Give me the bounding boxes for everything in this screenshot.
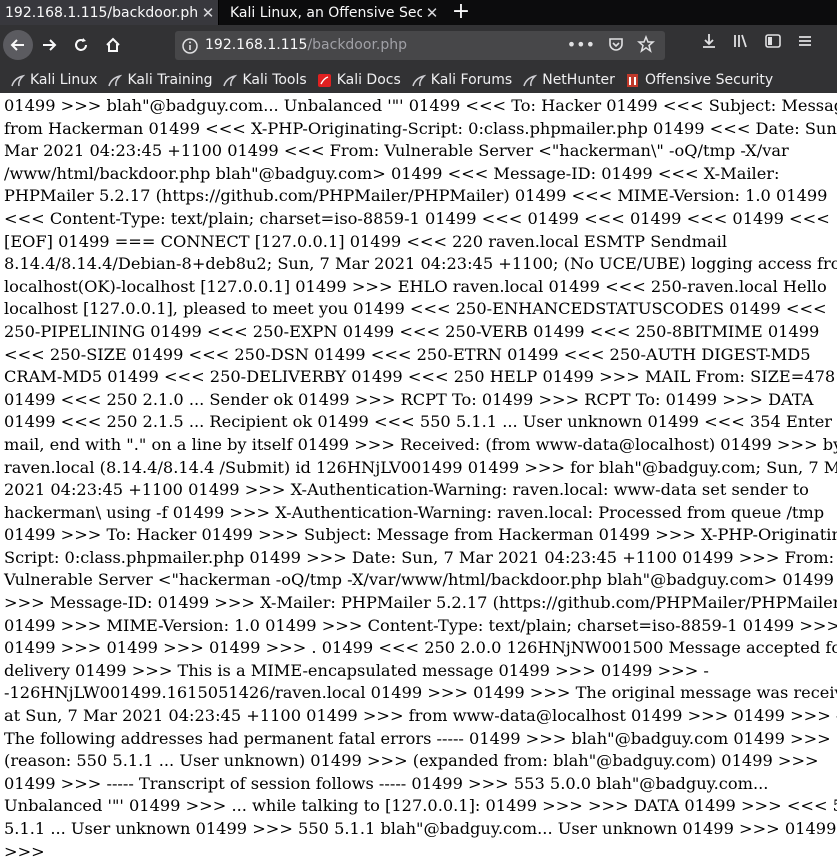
new-tab-button[interactable]: +	[448, 0, 474, 25]
info-icon[interactable]	[181, 37, 199, 55]
home-button[interactable]	[98, 30, 128, 60]
home-icon	[106, 37, 120, 52]
bookmark-label: Kali Linux	[30, 72, 98, 88]
bookmark-label: Kali Tools	[242, 72, 307, 88]
forward-button[interactable]	[34, 30, 64, 60]
bookmark-label: Kali Forums	[430, 72, 513, 88]
library-icon[interactable]	[732, 32, 750, 50]
bookmark-kali-docs[interactable]: Kali Docs	[317, 72, 401, 88]
bookmark-label: NetHunter	[542, 72, 615, 88]
bookmark-label: Kali Training	[127, 72, 213, 88]
sidebar-icon[interactable]	[764, 32, 782, 50]
bookmark-offensive-security[interactable]: Offensive Security	[625, 72, 773, 88]
nethunter-icon	[523, 74, 538, 86]
bookmark-kali-linux[interactable]: Kali Linux	[10, 72, 97, 88]
bookmark-star-icon[interactable]	[637, 35, 655, 53]
kali-dragon-icon	[108, 74, 123, 86]
back-button[interactable]	[3, 30, 33, 60]
bookmark-label: Offensive Security	[644, 72, 774, 88]
navigation-toolbar: 192.168.1.115/backdoor.php •••	[0, 25, 837, 67]
reload-button[interactable]	[66, 30, 96, 60]
kali-dragon-icon	[412, 74, 426, 86]
back-arrow-icon	[10, 39, 24, 51]
tab-backdoor[interactable]: 192.168.1.115/backdoor.php ✕	[0, 0, 219, 25]
page-actions: •••	[567, 35, 655, 54]
url-path: /backdoor.php	[307, 37, 408, 53]
downloads-icon[interactable]	[700, 32, 718, 50]
kali-dragon-icon	[223, 74, 238, 86]
bookmark-kali-forums[interactable]: Kali Forums	[411, 72, 512, 88]
docs-icon	[317, 73, 331, 87]
pocket-icon[interactable]	[607, 35, 625, 53]
bookmarks-toolbar: Kali Linux Kali Training Kali Tools Kali…	[0, 67, 837, 93]
url-host: 192.168.1.115	[205, 37, 308, 53]
close-tab-icon[interactable]: ✕	[198, 4, 218, 22]
forward-arrow-icon	[43, 39, 57, 51]
bookmark-kali-training[interactable]: Kali Training	[107, 72, 212, 88]
tab-title: 192.168.1.115/backdoor.php	[5, 4, 198, 21]
tab-kali-linux[interactable]: Kali Linux, an Offensive Secu ✕	[220, 0, 442, 25]
close-tab-icon[interactable]: ✕	[422, 4, 442, 22]
bookmark-kali-tools[interactable]: Kali Tools	[222, 72, 307, 88]
tab-title: Kali Linux, an Offensive Secu	[230, 4, 422, 21]
bookmark-label: Kali Docs	[336, 72, 401, 88]
offsec-icon	[626, 73, 638, 87]
bookmark-nethunter[interactable]: NetHunter	[522, 72, 615, 88]
kali-dragon-icon	[11, 74, 25, 86]
tab-bar: 192.168.1.115/backdoor.php ✕ Kali Linux,…	[0, 0, 837, 25]
url-text[interactable]: 192.168.1.115/backdoor.php	[205, 37, 407, 53]
url-bar[interactable]: 192.168.1.115/backdoor.php •••	[175, 31, 665, 60]
toolbar-right	[700, 32, 814, 50]
page-content: 01499 >>> blah"@badguy.com... Unbalanced…	[4, 96, 837, 861]
reload-icon	[75, 38, 87, 51]
more-actions-icon[interactable]: •••	[567, 35, 595, 54]
menu-icon[interactable]	[796, 32, 814, 50]
